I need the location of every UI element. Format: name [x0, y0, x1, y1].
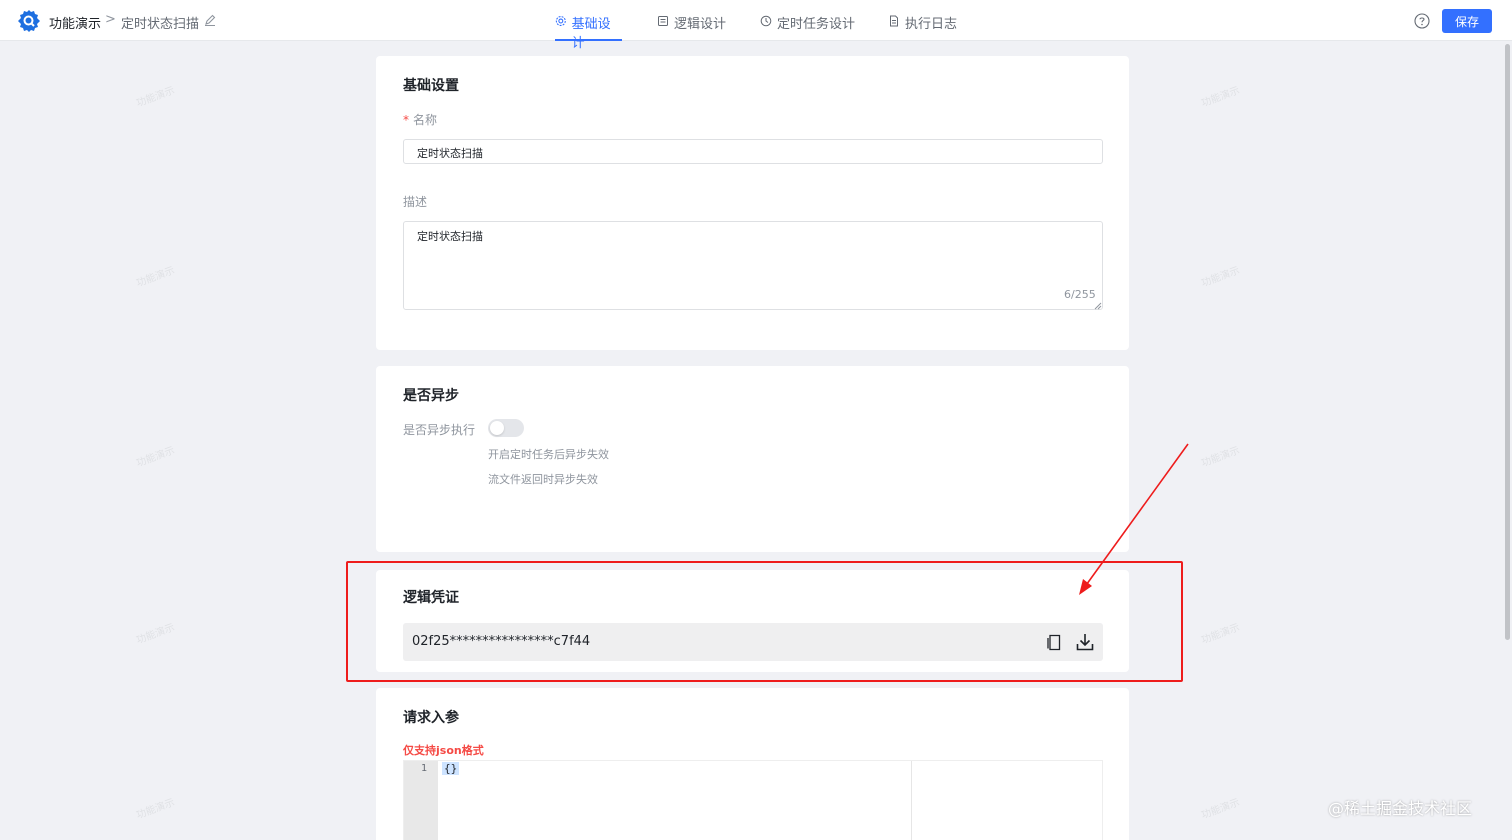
- tab-basic-design[interactable]: 基础设计: [555, 13, 622, 51]
- description-label: 描述: [403, 195, 428, 209]
- app-logo-icon: [18, 10, 40, 32]
- name-label-text: 名称: [413, 113, 438, 127]
- basic-settings-card: 基础设置 * 名称 定时状态扫描 描述 定时状态扫描 6/255: [376, 56, 1129, 350]
- request-params-card: 请求入参 仅支持json格式 1 {}: [376, 688, 1129, 840]
- tab-label: 定时任务设计: [777, 17, 856, 32]
- top-header: 功能演示 > 定时状态扫描 基础设计 逻辑设计 定时任务设计 执行日志 保存: [0, 0, 1512, 51]
- tab-label: 执行日志: [905, 17, 958, 32]
- gear-icon: [555, 16, 566, 26]
- async-hint: 流文件返回时异步失效: [488, 473, 598, 486]
- json-editor[interactable]: 1 {}: [403, 760, 1103, 840]
- json-format-note: 仅支持json格式: [403, 744, 484, 757]
- tab-logic-design[interactable]: 逻辑设计: [657, 13, 726, 41]
- line-number: 1: [421, 763, 428, 774]
- document-icon: [658, 16, 668, 26]
- toggle-knob: [490, 421, 504, 435]
- watermark: 功能演示: [1200, 445, 1242, 470]
- save-button[interactable]: 保存: [1442, 9, 1492, 33]
- watermark: 功能演示: [1200, 797, 1242, 822]
- watermark: 功能演示: [135, 445, 177, 470]
- async-toggle[interactable]: [488, 419, 524, 437]
- code-content[interactable]: {}: [442, 762, 460, 775]
- tab-schedule-design[interactable]: 定时任务设计: [760, 13, 855, 41]
- tab-label: 基础设计: [571, 17, 611, 51]
- watermark: 功能演示: [135, 85, 177, 110]
- async-settings-card: 是否异步 是否异步执行 开启定时任务后异步失效 流文件返回时异步失效: [376, 366, 1129, 552]
- request-params-title: 请求入参: [403, 710, 459, 726]
- resize-handle-icon[interactable]: [1094, 302, 1102, 310]
- annotation-highlight-box: [346, 561, 1183, 682]
- description-textarea[interactable]: 定时状态扫描: [403, 221, 1103, 310]
- annotation-arrow-icon: [1079, 443, 1189, 595]
- tab-execution-log[interactable]: 执行日志: [888, 13, 957, 41]
- async-hint: 开启定时任务后异步失效: [488, 448, 609, 461]
- tab-label: 逻辑设计: [674, 17, 727, 32]
- name-label: * 名称: [403, 111, 437, 128]
- clock-icon: [760, 15, 772, 27]
- description-counter: 6/255: [1064, 288, 1096, 301]
- watermark: 功能演示: [135, 797, 177, 822]
- required-mark: *: [403, 113, 409, 127]
- basic-settings-title: 基础设置: [403, 78, 459, 94]
- watermark: 功能演示: [135, 622, 177, 647]
- edit-icon[interactable]: [203, 13, 217, 27]
- footer-watermark: @稀土掘金技术社区: [1328, 799, 1473, 818]
- breadcrumb-page-title: 定时状态扫描: [121, 17, 200, 32]
- watermark: 功能演示: [135, 265, 177, 290]
- help-icon[interactable]: [1414, 13, 1430, 29]
- breadcrumb-separator: >: [105, 12, 116, 27]
- watermark: 功能演示: [1200, 265, 1242, 290]
- breadcrumb-app[interactable]: 功能演示: [49, 13, 101, 32]
- watermark: 功能演示: [1200, 85, 1242, 110]
- watermark: 功能演示: [1200, 622, 1242, 647]
- editor-divider: [911, 761, 912, 840]
- file-icon: [890, 15, 898, 27]
- scrollbar-thumb[interactable]: [1505, 44, 1510, 640]
- name-input[interactable]: 定时状态扫描: [403, 139, 1103, 164]
- async-settings-title: 是否异步: [403, 388, 459, 404]
- async-toggle-label: 是否异步执行: [403, 423, 476, 437]
